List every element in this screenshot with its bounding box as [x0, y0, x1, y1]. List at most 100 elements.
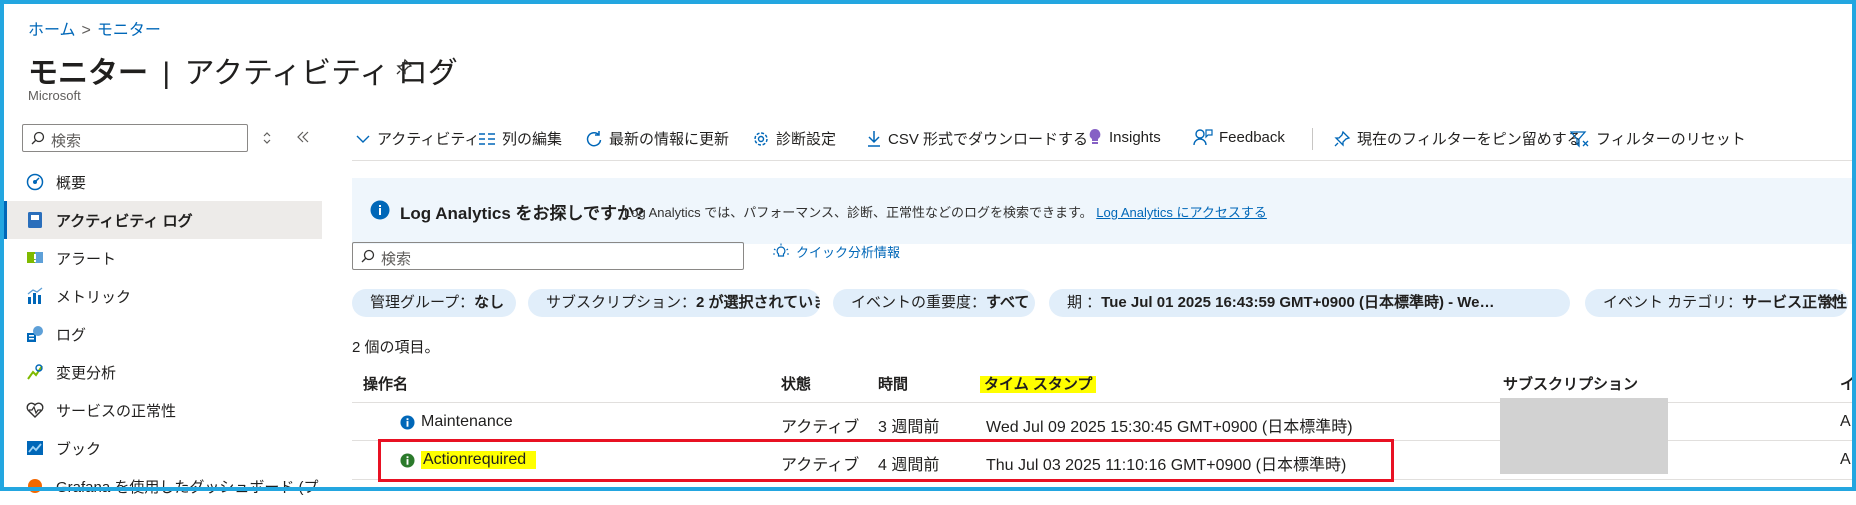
filter-value: なし	[474, 294, 505, 311]
column-header-subscription[interactable]: サブスクリプション	[1503, 373, 1638, 394]
filter-key: サブスクリプション：	[546, 294, 697, 311]
sidebar-item-overview[interactable]: 概要	[4, 163, 322, 201]
row-operation-cell[interactable]: Maintenance	[400, 413, 513, 431]
more-options-button[interactable]: ...	[436, 54, 451, 75]
breadcrumb: ホーム > モニター	[28, 16, 161, 40]
column-header-timestamp[interactable]: タイム スタンプ	[980, 373, 1097, 394]
pin-icon[interactable]	[395, 58, 413, 81]
collapse-sidebar-icon[interactable]	[296, 130, 310, 149]
activity-label: アクティビティ	[377, 131, 480, 148]
service-health-icon	[26, 402, 44, 418]
diagnostic-settings-button[interactable]: 診断設定	[752, 128, 836, 149]
filter-key: 管理グループ：	[370, 294, 475, 311]
item-count: 2 個の項目。	[352, 339, 440, 356]
pin-filters-button[interactable]: 現在のフィルターをピン留めする	[1333, 128, 1582, 149]
sidebar-item-change-analysis[interactable]: 変更分析	[4, 353, 322, 391]
gear-icon	[754, 131, 768, 146]
reset-filters-label: フィルターのリセット	[1596, 131, 1746, 148]
row-extra-cell: A	[1840, 451, 1851, 468]
info-icon	[370, 200, 390, 220]
lightbulb-icon	[773, 243, 789, 257]
sidebar-item-label: 概要	[56, 175, 87, 192]
page-title: モニター | アクティビティ ログ	[28, 48, 458, 92]
sidebar-search-placeholder: 検索	[51, 133, 82, 150]
alert-icon	[27, 252, 43, 263]
columns-icon	[479, 132, 495, 145]
row-extra-cell: A	[1840, 413, 1851, 430]
page-title-bold: モニター	[28, 57, 148, 90]
lightbulb-icon	[1089, 129, 1101, 144]
download-icon	[868, 130, 880, 147]
download-csv-button[interactable]: CSV 形式でダウンロードする	[866, 128, 1088, 149]
column-header-extra[interactable]: イ	[1840, 373, 1855, 394]
edit-columns-label: 列の編集	[502, 131, 563, 148]
filter-pill-management-group[interactable]: 管理グループ：なし	[352, 289, 516, 317]
feedback-icon	[1193, 129, 1213, 146]
filter-pill-event-category[interactable]: イベント カテゴリ：サービス正常性	[1585, 289, 1848, 317]
filter-key: 期 ：	[1067, 294, 1102, 311]
row-timestamp-cell: Wed Jul 09 2025 15:30:45 GMT+0900 (日本標準時…	[986, 419, 1353, 436]
filter-key: イベント カテゴリ：	[1603, 294, 1743, 311]
filter-value: すべて	[986, 294, 1030, 311]
insights-button[interactable]: Insights	[1087, 128, 1161, 146]
metrics-icon	[27, 287, 43, 304]
search-icon	[31, 131, 45, 145]
feedback-button[interactable]: Feedback	[1193, 128, 1285, 146]
sidebar-item-label: アクティビティ ログ	[56, 213, 193, 230]
list-search-input[interactable]: 検索	[352, 242, 744, 270]
column-header-operation[interactable]: 操作名	[363, 373, 408, 394]
highlight-red-box	[378, 439, 1394, 482]
quick-insights-label: クイック分析情報	[796, 245, 901, 260]
toolbar-divider	[1312, 128, 1313, 150]
row-time-cell: 3 週間前	[878, 419, 940, 436]
change-analysis-icon	[27, 364, 43, 380]
sidebar-item-activity-log[interactable]: アクティビティ ログ	[4, 201, 322, 239]
sidebar-item-alerts[interactable]: アラート	[4, 239, 322, 277]
active-indicator	[4, 201, 7, 239]
refresh-icon	[586, 130, 602, 146]
filter-value: 2 が選択されています	[696, 294, 820, 311]
breadcrumb-monitor[interactable]: モニター	[97, 22, 161, 39]
log-analytics-link[interactable]: Log Analytics にアクセスする	[1096, 205, 1267, 220]
pin-icon	[1334, 130, 1351, 147]
sidebar-item-label: 変更分析	[56, 365, 117, 382]
expand-collapse-icon[interactable]	[262, 130, 272, 151]
edit-columns-button[interactable]: 列の編集	[478, 128, 562, 149]
breadcrumb-separator: >	[81, 22, 91, 39]
sidebar-item-workbooks[interactable]: ブック	[4, 429, 322, 467]
filter-reset-icon	[1570, 130, 1589, 148]
logs-icon	[27, 326, 43, 342]
banner-title: Log Analytics をお探しですか?	[400, 204, 645, 223]
filter-pill-severity[interactable]: イベントの重要度：すべて	[833, 289, 1035, 317]
redacted-subscription-block	[1500, 398, 1668, 474]
grafana-icon	[28, 479, 42, 493]
quick-insights-link[interactable]: クイック分析情報	[772, 242, 900, 261]
column-header-time[interactable]: 時間	[878, 373, 908, 394]
diagnostic-label: 診断設定	[776, 131, 837, 148]
info-banner: Log Analytics をお探しですか? Log Analytics では、…	[352, 178, 1856, 244]
sidebar-item-metrics[interactable]: メトリック	[4, 277, 322, 315]
chevron-down-icon	[356, 135, 370, 143]
banner-description: Log Analytics では、パフォーマンス、診断、正常性などのログを検索で…	[624, 205, 1093, 220]
reset-filters-button[interactable]: フィルターのリセット	[1570, 128, 1746, 149]
overview-icon	[26, 173, 44, 191]
search-icon	[361, 249, 375, 263]
page-subtitle: Microsoft	[28, 88, 81, 103]
download-csv-label: CSV 形式でダウンロードする	[888, 131, 1089, 148]
breadcrumb-home[interactable]: ホーム	[28, 22, 76, 39]
feedback-label: Feedback	[1219, 128, 1285, 146]
filter-pill-subscription[interactable]: サブスクリプション：2 が選択されています	[528, 289, 820, 317]
list-search-placeholder: 検索	[381, 251, 412, 268]
sidebar-item-grafana[interactable]: Grafana を使用したダッシュボード (プ	[4, 467, 322, 505]
sidebar-item-logs[interactable]: ログ	[4, 315, 322, 353]
operation-name: Maintenance	[421, 413, 513, 430]
filter-pill-timespan[interactable]: 期 ：Tue Jul 01 2025 16:43:59 GMT+0900 (日本…	[1049, 289, 1570, 317]
sidebar-search-input[interactable]: 検索	[22, 124, 248, 152]
page-title-rest: アクティビティ ログ	[184, 57, 458, 90]
refresh-button[interactable]: 最新の情報に更新	[585, 128, 729, 149]
remove-filter-close-icon[interactable]	[1821, 294, 1837, 315]
column-header-status[interactable]: 状態	[781, 373, 811, 394]
activity-button[interactable]: アクティビティ	[355, 128, 479, 149]
filter-value: Tue Jul 01 2025 16:43:59 GMT+0900 (日本標準時…	[1101, 294, 1495, 311]
sidebar-item-service-health[interactable]: サービスの正常性	[4, 391, 322, 429]
